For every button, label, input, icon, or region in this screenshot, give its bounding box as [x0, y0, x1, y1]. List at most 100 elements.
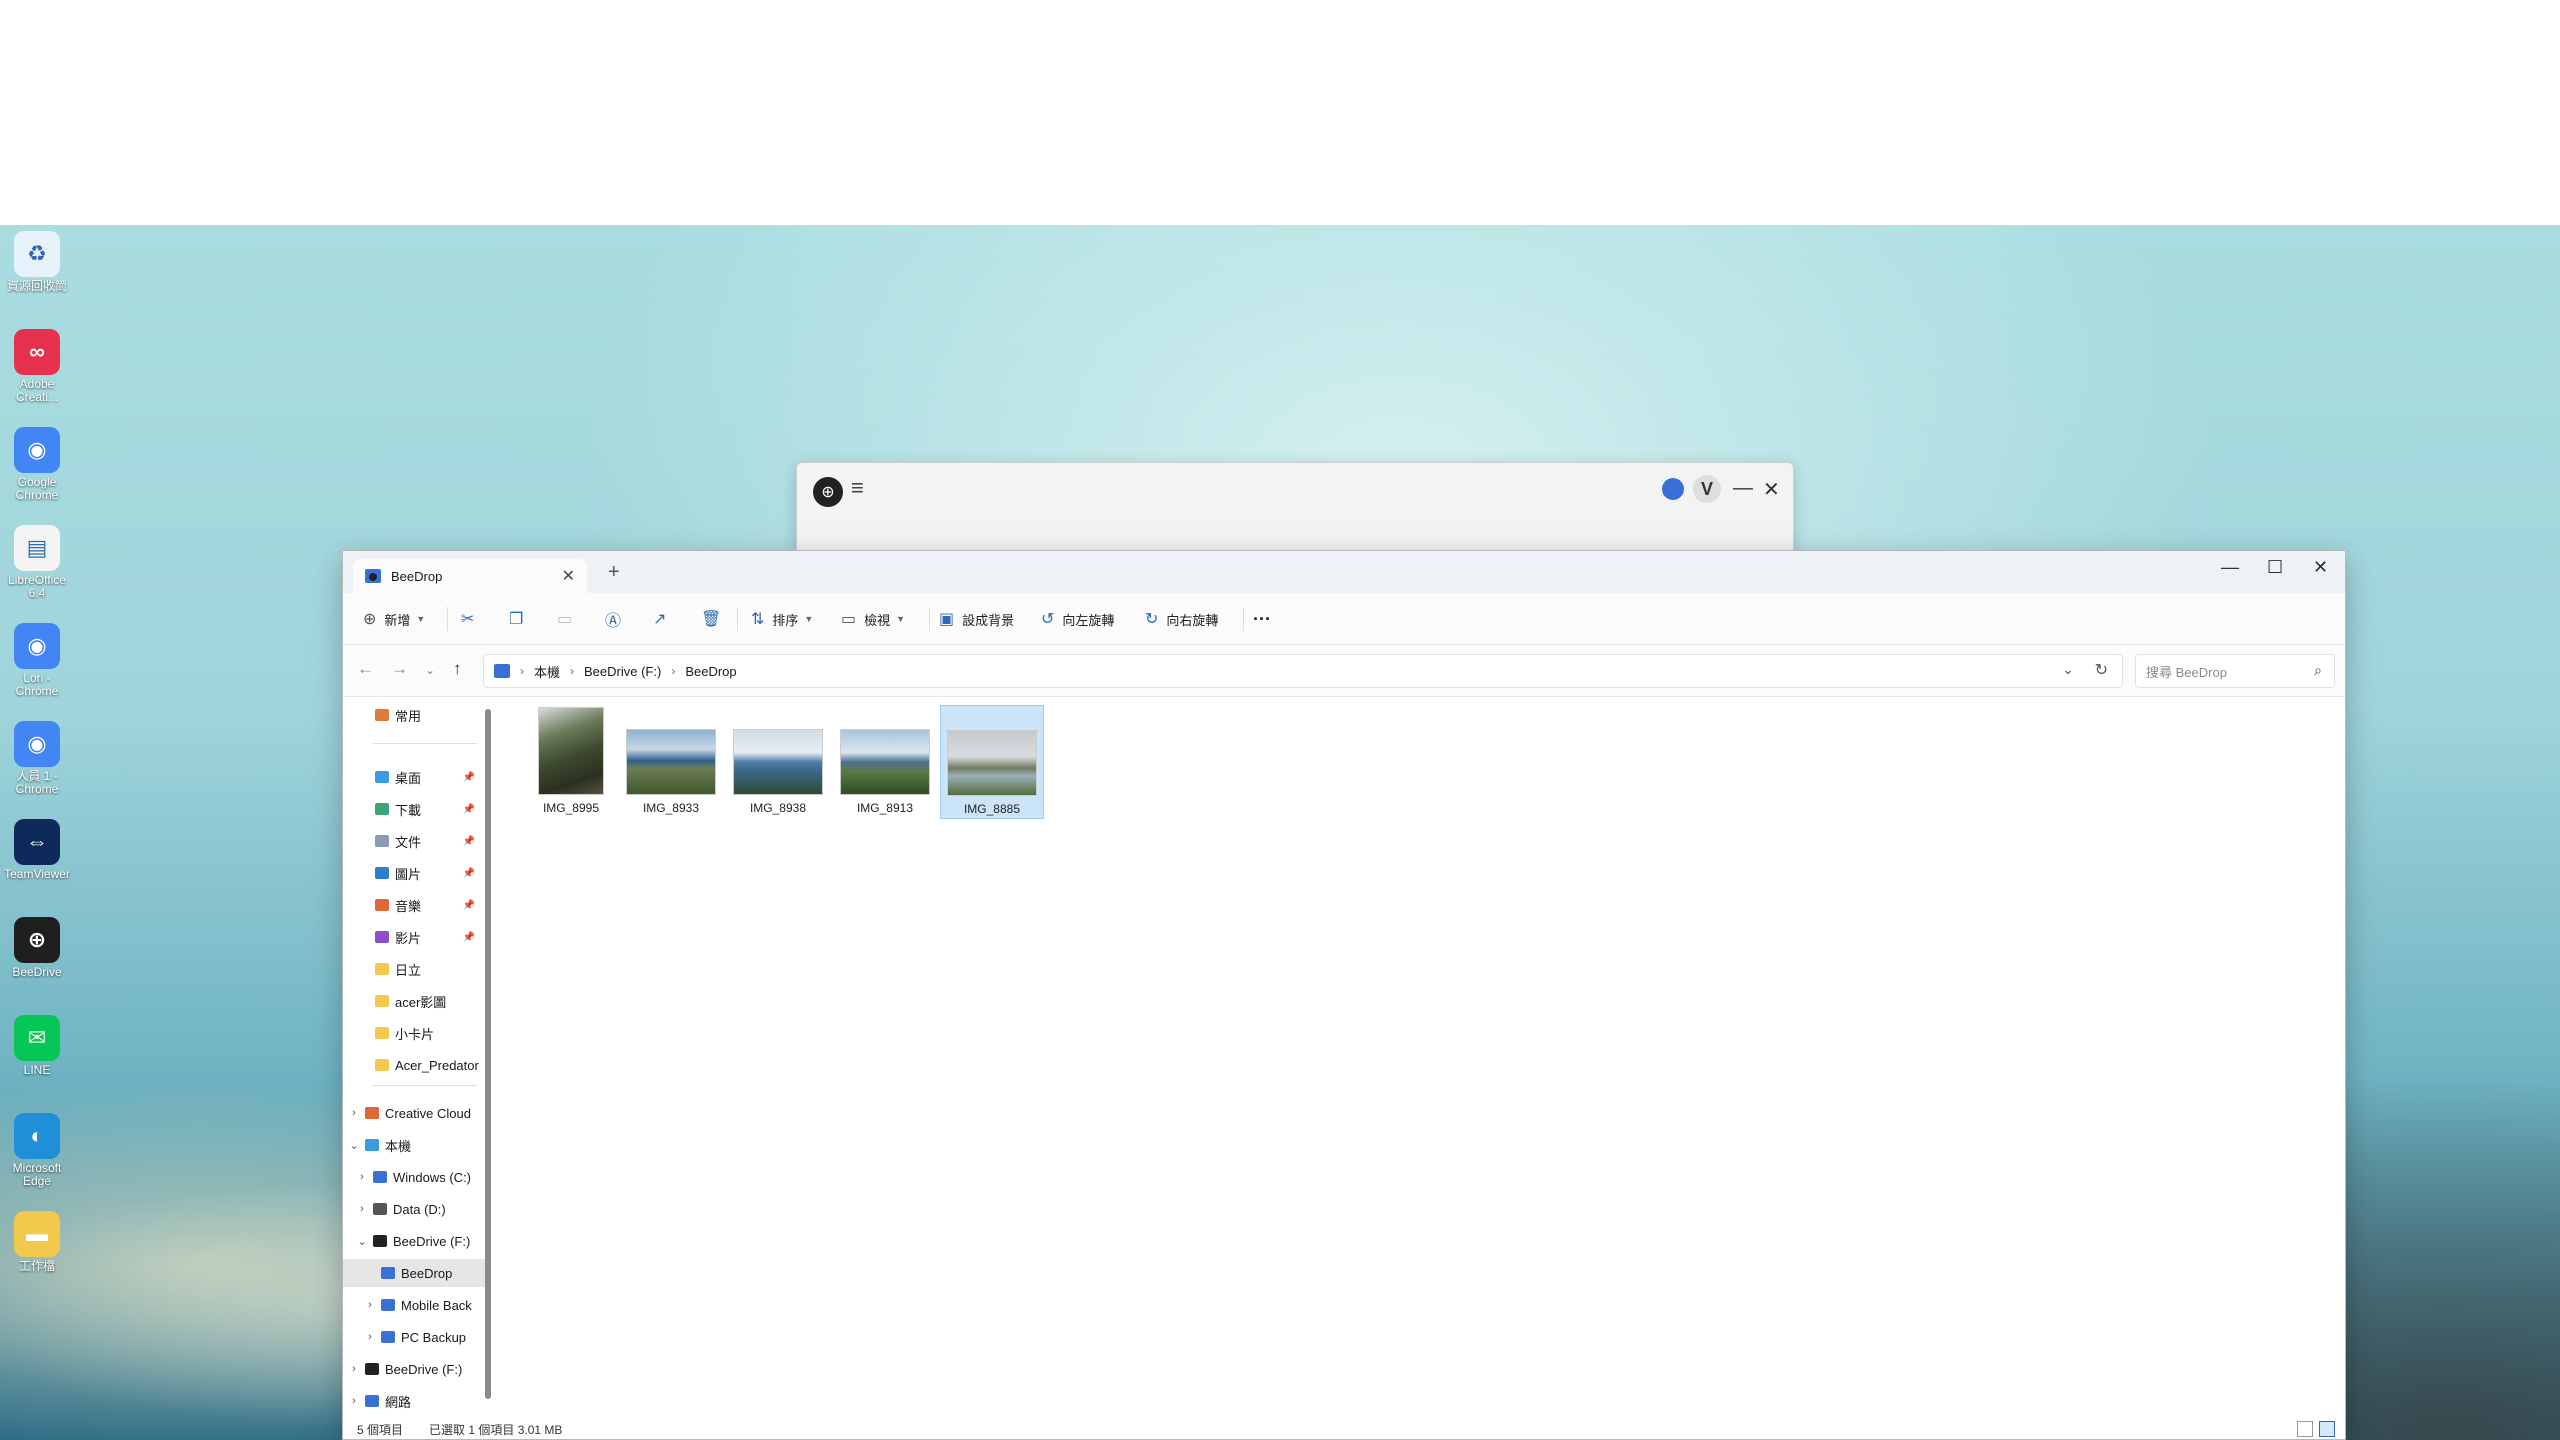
desktop-shortcut[interactable]: ∞ Adobe Creati... [4, 329, 70, 404]
details-view-icon[interactable] [2297, 1421, 2313, 1437]
file-thumbnail[interactable]: IMG_8885 [940, 705, 1044, 819]
sidebar-tree-item[interactable]: ⌄ BeeDrive (F:) [343, 1227, 485, 1255]
breadcrumb-item[interactable]: 本機 [534, 662, 560, 681]
sidebar-item-label: 影片 [395, 930, 422, 946]
forward-arrow-icon[interactable]: → [391, 659, 408, 679]
breadcrumb-item[interactable]: BeeDrop [685, 664, 736, 679]
navigation-pane: 常用 桌面 📌 下載 📌 文件 📌 圖片 📌 音樂 📌 影片 📌 日立 acer影圖 小卡片 Acer_Pred… [343, 697, 485, 1417]
sidebar-item-quick-access[interactable]: 圖片 📌 [343, 859, 485, 887]
maximize-button[interactable]: ☐ [2267, 557, 2283, 578]
chevron-right-icon[interactable]: › [347, 1363, 361, 1375]
rotate-right-button[interactable]: ↻ 向右旋轉 [1145, 593, 1218, 645]
sidebar-item-quick-access[interactable]: 文件 📌 [343, 827, 485, 855]
close-button[interactable]: ✕ [2313, 557, 2328, 578]
edge-icon: ◐ [14, 1113, 60, 1159]
sidebar-item-label: BeeDrop [401, 1265, 453, 1281]
sidebar-item-quick-access[interactable]: 日立 [343, 955, 485, 983]
set-background-button[interactable]: ▣ 設成背景 [939, 593, 1014, 645]
chevron-right-icon[interactable]: › [347, 1395, 361, 1407]
sidebar-tree-item[interactable]: › Creative Cloud [343, 1099, 485, 1127]
breadcrumb[interactable]: › 本機 › BeeDrive (F:) › BeeDrop ⌄ ↻ [483, 654, 2123, 688]
sidebar-item-quick-access[interactable]: 影片 📌 [343, 923, 485, 951]
sidebar-tree-item[interactable]: › BeeDrive (F:) [343, 1355, 485, 1383]
more-options-button[interactable]: ··· [1253, 593, 1271, 645]
sidebar-item-label: 圖片 [395, 866, 422, 882]
sidebar-tree-item[interactable]: BeeDrop [343, 1259, 485, 1287]
tab-close-icon[interactable]: ✕ [562, 566, 575, 586]
sidebar-tree-item[interactable]: › 網路 [343, 1387, 485, 1415]
file-thumbnail[interactable]: IMG_8938 [726, 705, 830, 819]
pin-icon: 📌 [462, 803, 475, 815]
sidebar-item-quick-access[interactable]: Acer_Predator [343, 1051, 485, 1079]
chevron-right-icon[interactable]: › [363, 1331, 377, 1343]
cut-button[interactable]: ✂ [461, 593, 482, 645]
search-icon[interactable]: ⌕ [2314, 662, 2322, 679]
desktop-shortcut[interactable]: ♻ 資源回收筒 [4, 231, 70, 293]
sidebar-item-quick-access[interactable]: acer影圖 [343, 987, 485, 1015]
view-button[interactable]: ▭ 檢視 ▼ [841, 593, 905, 645]
desktop-shortcut[interactable]: ⇔ TeamViewer [4, 819, 70, 881]
minimize-button[interactable]: — [2221, 557, 2239, 578]
search-box[interactable]: 搜尋 BeeDrop ⌕ [2135, 654, 2335, 688]
chevron-right-icon[interactable]: › [347, 1107, 361, 1119]
minimize-button[interactable]: — [1733, 477, 1753, 500]
desktop-shortcut[interactable]: ✉ LINE [4, 1015, 70, 1077]
sidebar-tree-item[interactable]: › Windows (C:) [343, 1163, 485, 1191]
back-arrow-icon[interactable]: ← [357, 659, 374, 679]
desktop-shortcut[interactable]: ◐ Microsoft Edge [4, 1113, 70, 1188]
delete-button[interactable]: 🗑 [701, 593, 729, 645]
rename-button[interactable]: Ⓐ [605, 593, 629, 645]
chevron-right-icon[interactable]: › [355, 1203, 369, 1215]
up-arrow-icon[interactable]: ↑ [453, 659, 462, 679]
close-button[interactable]: ✕ [1763, 477, 1780, 502]
paste-button[interactable]: ▭ [557, 593, 580, 645]
chevron-down-icon[interactable]: ⌄ [355, 1235, 369, 1248]
creative-cloud-icon: ∞ [14, 329, 60, 375]
file-thumbnail[interactable]: IMG_8933 [619, 705, 723, 819]
desktop-shortcut[interactable]: ◉ 人員 1 - Chrome [4, 721, 70, 796]
chevron-down-icon: ▼ [804, 614, 814, 624]
sidebar-tree-item[interactable]: › PC Backup [343, 1323, 485, 1351]
breadcrumb-item[interactable]: BeeDrive (F:) [584, 664, 661, 679]
title-bar: BeeDrop ✕ + — ☐ ✕ [343, 551, 2345, 593]
file-thumbnail[interactable]: IMG_8995 [519, 705, 623, 819]
copy-button[interactable]: ❐ [509, 593, 531, 645]
folder-icon [381, 1267, 395, 1279]
rotate-left-button[interactable]: ↺ 向左旋轉 [1041, 593, 1114, 645]
user-avatar[interactable]: V [1693, 475, 1721, 503]
new-tab-button[interactable]: + [608, 561, 620, 584]
sidebar-item-quick-access[interactable]: 音樂 📌 [343, 891, 485, 919]
desktop-shortcut[interactable]: ▤ LibreOffice 6.4 [4, 525, 70, 600]
sidebar-item-home[interactable]: 常用 [343, 701, 485, 729]
sidebar-tree-item[interactable]: › Mobile Back [343, 1291, 485, 1319]
chevron-down-icon[interactable]: ⌄ [347, 1139, 361, 1152]
desktop-shortcut[interactable]: ⊕ BeeDrive [4, 917, 70, 979]
tab-beedrop[interactable]: BeeDrop ✕ [353, 559, 587, 593]
hamburger-menu-icon[interactable]: ≡ [851, 475, 864, 501]
share-button[interactable]: ↗ [653, 593, 674, 645]
sidebar-scrollbar[interactable] [485, 709, 491, 1399]
sidebar-tree-item[interactable]: ⌄ 本機 [343, 1131, 485, 1159]
sidebar-item-quick-access[interactable]: 小卡片 [343, 1019, 485, 1047]
chevron-down-icon[interactable]: ⌄ [2062, 661, 2074, 678]
folder-icon [375, 995, 389, 1007]
refresh-icon[interactable]: ↻ [2095, 660, 2108, 680]
sidebar-item-quick-access[interactable]: 下載 📌 [343, 795, 485, 823]
desktop-shortcut[interactable]: ◉ Lori - Chrome [4, 623, 70, 698]
sidebar-item-quick-access[interactable]: 桌面 📌 [343, 763, 485, 791]
sort-label: 排序 [772, 612, 799, 628]
chevron-right-icon[interactable]: › [363, 1299, 377, 1311]
status-indicator-icon[interactable] [1662, 478, 1684, 500]
beedrive-logo-icon[interactable]: ⊕ [813, 477, 843, 507]
desktop-shortcut[interactable]: ▬ 工作檔 [4, 1211, 70, 1273]
large-icons-view-icon[interactable] [2319, 1421, 2335, 1437]
sidebar-item-label: 音樂 [395, 898, 422, 914]
trash-icon: 🗑 [701, 611, 722, 628]
sort-button[interactable]: ⇅ 排序 ▼ [751, 593, 813, 645]
desktop-shortcut[interactable]: ◉ Google Chrome [4, 427, 70, 502]
file-thumbnail[interactable]: IMG_8913 [833, 705, 937, 819]
chevron-right-icon[interactable]: › [355, 1171, 369, 1183]
new-button[interactable]: ⊕ 新增 ▼ [363, 593, 425, 645]
sidebar-tree-item[interactable]: › Data (D:) [343, 1195, 485, 1223]
recent-chevron-icon[interactable]: ⌄ [425, 663, 435, 677]
